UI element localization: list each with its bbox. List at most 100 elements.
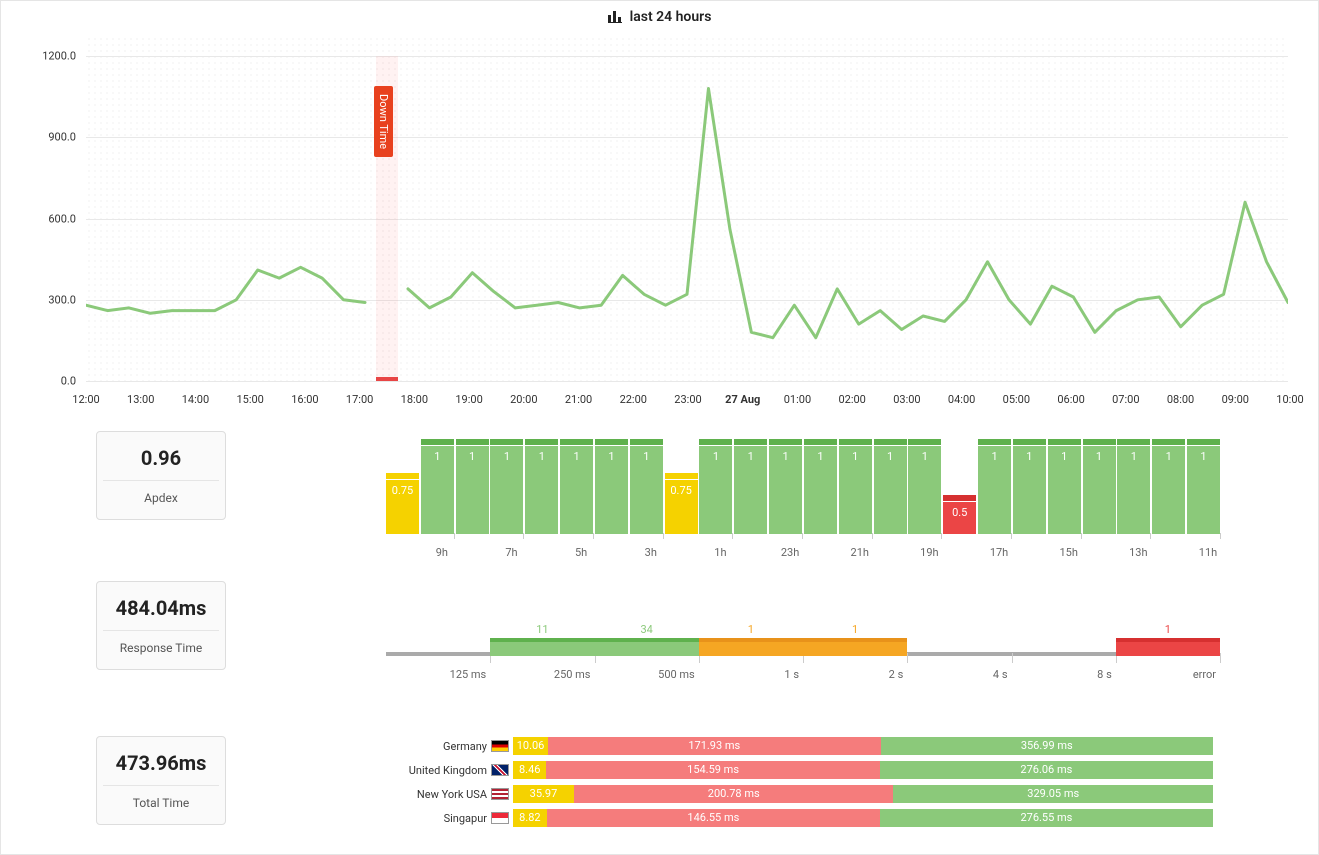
grid-line bbox=[86, 381, 1288, 382]
x-tick: 27 Aug bbox=[725, 393, 760, 406]
response-value: 484.04ms bbox=[103, 596, 219, 631]
location-row: United Kingdom 8.46 154.59 ms 276.06 ms bbox=[386, 760, 1218, 780]
apdex-bar: 1 bbox=[908, 439, 941, 534]
response-line bbox=[86, 89, 1288, 338]
flag-icon bbox=[491, 812, 509, 824]
apdex-bar-chart: 0.75 1 1 1 1 1 1 bbox=[386, 439, 1218, 559]
apdex-tickline bbox=[872, 533, 873, 539]
x-tick: 21:00 bbox=[565, 393, 592, 406]
location-row: New York USA 35.97 200.78 ms 329.05 ms bbox=[386, 784, 1218, 804]
downtime-label: Down Time bbox=[374, 86, 393, 157]
apdex-bar: 1 bbox=[699, 439, 732, 534]
resp-count: 1 bbox=[1165, 623, 1171, 636]
apdex-bar: 1 bbox=[421, 439, 454, 534]
loc-seg-b: 200.78 ms bbox=[574, 785, 894, 803]
apdex-tickline bbox=[732, 533, 733, 539]
resp-count: 34 bbox=[640, 623, 652, 636]
apdex-bar: 1 bbox=[630, 439, 663, 534]
resp-count: 11 bbox=[536, 623, 548, 636]
resp-tick: 500 ms bbox=[658, 668, 695, 681]
apdex-x-label: 9h bbox=[436, 546, 448, 559]
apdex-bar: 1 bbox=[1117, 439, 1150, 534]
resp-count: 1 bbox=[852, 623, 858, 636]
x-tick: 22:00 bbox=[620, 393, 647, 406]
apdex-tickline bbox=[1220, 533, 1221, 539]
x-tick: 12:00 bbox=[72, 393, 99, 406]
apdex-bar: 1 bbox=[874, 439, 907, 534]
apdex-tickline bbox=[593, 533, 594, 539]
x-tick: 23:00 bbox=[674, 393, 701, 406]
x-tick: 08:00 bbox=[1167, 393, 1194, 406]
location-name: United Kingdom bbox=[386, 764, 491, 777]
total-label: Total Time bbox=[103, 796, 219, 810]
apdex-tickline bbox=[523, 533, 524, 539]
total-card: 473.96ms Total Time bbox=[96, 736, 226, 825]
resp-tick: 2 s bbox=[889, 668, 904, 681]
y-tick: 900.0 bbox=[31, 131, 76, 144]
resp-tick: 250 ms bbox=[554, 668, 591, 681]
y-tick: 1200.0 bbox=[31, 50, 76, 63]
location-name: Germany bbox=[386, 740, 491, 753]
loc-seg-b: 171.93 ms bbox=[548, 737, 880, 755]
x-tick: 09:00 bbox=[1222, 393, 1249, 406]
apdex-bar: 1 bbox=[839, 439, 872, 534]
apdex-value: 0.96 bbox=[103, 446, 219, 481]
apdex-bar: 1 bbox=[804, 439, 837, 534]
resp-segment bbox=[699, 638, 803, 656]
resp-tick: 4 s bbox=[993, 668, 1008, 681]
loc-seg-b: 146.55 ms bbox=[547, 809, 880, 827]
location-chart: Germany 10.06 171.93 ms 356.99 ms United… bbox=[386, 736, 1218, 832]
response-dist-chart: 125 ms 250 ms 500 ms 1 s 2 s 4 s 8 s err… bbox=[386, 591, 1218, 681]
resp-segment bbox=[1116, 638, 1220, 656]
x-tick: 17:00 bbox=[346, 393, 373, 406]
response-label: Response Time bbox=[103, 641, 219, 655]
x-tick: 10:00 bbox=[1276, 393, 1303, 406]
response-line-chart: 0.0 300.0 600.0 900.0 1200.0 12:0013:001… bbox=[31, 36, 1288, 406]
apdex-x-label: 21h bbox=[851, 546, 869, 559]
apdex-card: 0.96 Apdex bbox=[96, 431, 226, 520]
x-tick: 07:00 bbox=[1112, 393, 1139, 406]
y-tick: 600.0 bbox=[31, 212, 76, 225]
x-tick: 19:00 bbox=[455, 393, 482, 406]
loc-seg-c: 356.99 ms bbox=[881, 737, 1213, 755]
location-row: Germany 10.06 171.93 ms 356.99 ms bbox=[386, 736, 1218, 756]
resp-segment bbox=[803, 638, 907, 656]
x-tick: 13:00 bbox=[127, 393, 154, 406]
location-row: Singapur 8.82 146.55 ms 276.55 ms bbox=[386, 808, 1218, 828]
loc-seg-a: 8.82 bbox=[513, 809, 547, 827]
apdex-x-label: 3h bbox=[645, 546, 657, 559]
apdex-tickline bbox=[1011, 533, 1012, 539]
apdex-x-label: 5h bbox=[575, 546, 587, 559]
resp-tick: error bbox=[1193, 668, 1216, 681]
x-tick: 02:00 bbox=[838, 393, 865, 406]
x-tick: 14:00 bbox=[182, 393, 209, 406]
apdex-tickline bbox=[663, 533, 664, 539]
header-title: last 24 hours bbox=[630, 9, 712, 25]
resp-segment bbox=[595, 638, 699, 656]
loc-seg-a: 10.06 bbox=[513, 737, 548, 755]
apdex-x-label: 13h bbox=[1129, 546, 1147, 559]
loc-seg-a: 35.97 bbox=[513, 785, 574, 803]
apdex-label: Apdex bbox=[103, 491, 219, 505]
flag-icon bbox=[491, 764, 509, 776]
resp-tickline bbox=[907, 653, 908, 663]
x-tick: 01:00 bbox=[784, 393, 811, 406]
response-card: 484.04ms Response Time bbox=[96, 581, 226, 670]
apdex-bar: 1 bbox=[595, 439, 628, 534]
flag-icon bbox=[491, 788, 509, 800]
location-name: Singapur bbox=[386, 812, 491, 825]
resp-tickline bbox=[1012, 653, 1013, 663]
x-tick: 05:00 bbox=[1003, 393, 1030, 406]
resp-tick: 1 s bbox=[784, 668, 799, 681]
apdex-bar: 0.75 bbox=[665, 473, 698, 534]
loc-seg-b: 154.59 ms bbox=[546, 761, 879, 779]
apdex-x-label: 7h bbox=[505, 546, 517, 559]
apdex-x-label: 11h bbox=[1199, 546, 1217, 559]
x-tick: 04:00 bbox=[948, 393, 975, 406]
location-name: New York USA bbox=[386, 788, 491, 801]
resp-tick: 125 ms bbox=[450, 668, 487, 681]
x-tick: 15:00 bbox=[236, 393, 263, 406]
loc-seg-c: 276.55 ms bbox=[880, 809, 1213, 827]
apdex-tickline bbox=[454, 533, 455, 539]
apdex-x-label: 19h bbox=[920, 546, 938, 559]
